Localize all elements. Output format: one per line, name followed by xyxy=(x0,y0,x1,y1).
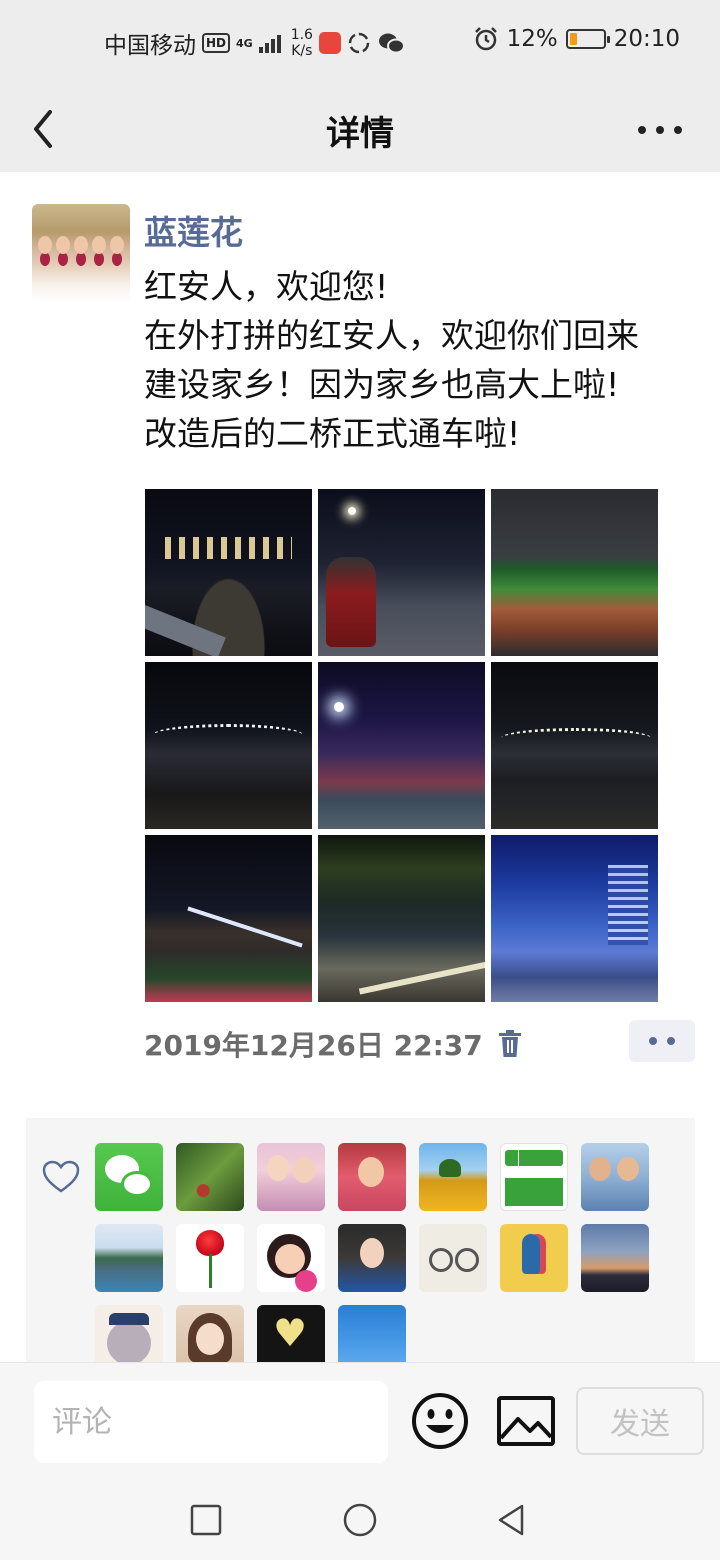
status-right: 12% 20:10 xyxy=(473,26,680,52)
post-line: 改造后的二桥正式通车啦! xyxy=(144,414,521,453)
liker-avatar[interactable] xyxy=(257,1305,325,1362)
alarm-icon xyxy=(474,27,497,51)
photo-2[interactable] xyxy=(318,489,485,656)
liker-avatar[interactable] xyxy=(95,1305,163,1362)
photo-5[interactable] xyxy=(318,662,485,829)
network-type: 4G xyxy=(236,36,253,50)
post-line: 建设家乡！因为家乡也高大上啦! xyxy=(144,365,620,404)
post-meta: 2019年12月26日 22:37 xyxy=(144,1024,523,1064)
heart-outline-icon xyxy=(42,1160,80,1193)
post-timestamp: 2019年12月26日 22:37 xyxy=(144,1029,483,1062)
battery-percent: 12% xyxy=(506,26,558,52)
speed-unit: K/s xyxy=(291,43,313,59)
clock: 20:10 xyxy=(613,26,680,52)
battery-icon xyxy=(565,29,610,49)
recent-apps-icon[interactable] xyxy=(188,1502,224,1538)
send-button[interactable]: 发送 xyxy=(576,1387,704,1455)
hd-badge: HD xyxy=(202,33,231,53)
wechat-icon xyxy=(378,33,405,54)
comment-bar: 发送 xyxy=(0,1362,720,1478)
home-icon[interactable] xyxy=(342,1502,378,1538)
photo-1[interactable] xyxy=(145,489,312,656)
photo-6[interactable] xyxy=(491,662,658,829)
likes-panel xyxy=(26,1118,695,1362)
author-name[interactable]: 蓝莲花 xyxy=(144,206,243,254)
liker-avatar[interactable] xyxy=(581,1224,649,1292)
title-bar: 详情 xyxy=(0,86,720,172)
liker-avatar[interactable] xyxy=(95,1143,163,1211)
signal-icon xyxy=(258,33,281,53)
liker-avatar[interactable] xyxy=(338,1143,406,1211)
liker-avatar[interactable] xyxy=(581,1143,649,1211)
emoji-icon[interactable] xyxy=(410,1391,470,1451)
liker-avatar[interactable] xyxy=(95,1224,163,1292)
huawei-app-icon xyxy=(318,32,341,54)
liker-avatar[interactable] xyxy=(176,1305,244,1362)
status-left: 中国移动 HD 4G 1.6 K/s xyxy=(104,26,405,60)
photo-grid xyxy=(145,489,658,1002)
system-nav-bar xyxy=(0,1478,720,1560)
moments-icon xyxy=(348,32,370,54)
more-horizontal-icon[interactable] xyxy=(632,110,688,150)
back-icon[interactable] xyxy=(494,1502,530,1538)
post-line: 红安人，欢迎您! xyxy=(144,267,389,306)
carrier-name: 中国移动 xyxy=(104,33,196,59)
battery-level xyxy=(569,33,577,45)
photo-4[interactable] xyxy=(145,662,312,829)
photo-3[interactable] xyxy=(491,489,658,656)
liker-avatar[interactable] xyxy=(176,1224,244,1292)
trash-icon[interactable] xyxy=(497,1029,523,1059)
post-line: 在外打拼的红安人，欢迎你们回来 xyxy=(144,316,639,355)
image-icon[interactable] xyxy=(496,1395,556,1447)
liker-avatar[interactable] xyxy=(176,1143,244,1211)
page-title: 详情 xyxy=(326,114,394,154)
photo-9[interactable] xyxy=(491,835,658,1002)
photo-7[interactable] xyxy=(145,835,312,1002)
photo-8[interactable] xyxy=(318,835,485,1002)
status-bar: 中国移动 HD 4G 1.6 K/s 12% 20:10 xyxy=(0,0,720,86)
speed-value: 1.6 xyxy=(290,27,313,43)
author-avatar[interactable] xyxy=(32,204,130,302)
network-speed: 1.6 K/s xyxy=(291,27,313,59)
liker-avatar[interactable] xyxy=(500,1143,568,1211)
more-dots-icon[interactable] xyxy=(629,1020,695,1062)
liker-avatar[interactable] xyxy=(257,1143,325,1211)
comment-input[interactable] xyxy=(34,1381,388,1463)
liker-avatar[interactable] xyxy=(338,1305,406,1362)
liker-avatar[interactable] xyxy=(419,1224,487,1292)
liker-avatar[interactable] xyxy=(500,1224,568,1292)
liker-avatar[interactable] xyxy=(257,1224,325,1292)
liker-avatar[interactable] xyxy=(419,1143,487,1211)
liker-avatar[interactable] xyxy=(338,1224,406,1292)
post-text: 红安人，欢迎您! 在外打拼的红安人，欢迎你们回来 建设家乡！因为家乡也高大上啦!… xyxy=(144,262,704,458)
